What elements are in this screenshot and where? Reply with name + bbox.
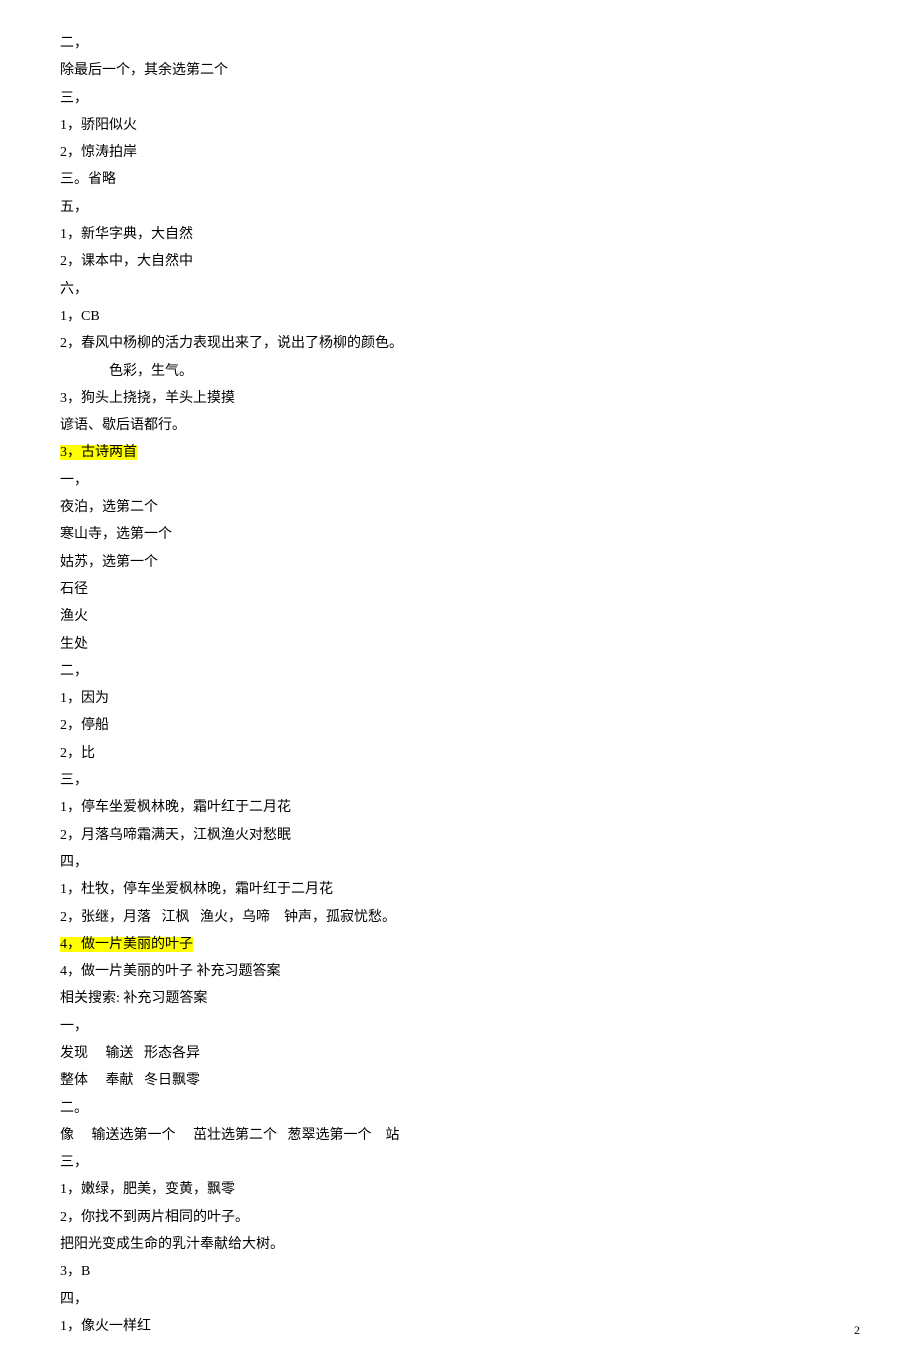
text-line: 2，月落乌啼霜满天，江枫渔火对愁眠 xyxy=(60,822,860,849)
text-line: 2，张继，月落 江枫 渔火，乌啼 钟声，孤寂忧愁。 xyxy=(60,904,860,931)
text-line: 2，比 xyxy=(60,740,860,767)
text-line: 像 输送选第一个 茁壮选第二个 葱翠选第一个 站 xyxy=(60,1122,860,1149)
text-line: 二， xyxy=(60,658,860,685)
highlighted-text: 4，做一片美丽的叶子 xyxy=(60,937,193,952)
text-line: 2，春风中杨柳的活力表现出来了，说出了杨柳的颜色。 xyxy=(60,330,860,357)
text-line: 生处 xyxy=(60,631,860,658)
text-line: 四， xyxy=(60,849,860,876)
text-line: 石径 xyxy=(60,576,860,603)
text-line: 4，做一片美丽的叶子 补充习题答案 xyxy=(60,958,860,985)
text-line: 4，做一片美丽的叶子 xyxy=(60,931,860,958)
text-line: 一， xyxy=(60,467,860,494)
text-line: 三。省略 xyxy=(60,166,860,193)
text-line: 三， xyxy=(60,767,860,794)
text-line: 2，你找不到两片相同的叶子。 xyxy=(60,1204,860,1231)
text-line: 1，新华字典，大自然 xyxy=(60,221,860,248)
text-line: 六， xyxy=(60,276,860,303)
text-line: 一， xyxy=(60,1013,860,1040)
text-line: 3，古诗两首 xyxy=(60,439,860,466)
text-line: 1，停车坐爱枫林晚，霜叶红于二月花 xyxy=(60,794,860,821)
text-line: 二。 xyxy=(60,1095,860,1122)
text-line: 二， xyxy=(60,30,860,57)
page-number: 2 xyxy=(854,1319,860,1342)
text-line: 三， xyxy=(60,1149,860,1176)
text-line: 2，惊涛拍岸 xyxy=(60,139,860,166)
text-line: 色彩，生气。 xyxy=(60,358,860,385)
text-line: 相关搜索: 补充习题答案 xyxy=(60,985,860,1012)
text-line: 整体 奉献 冬日飘零 xyxy=(60,1067,860,1094)
text-line: 3，B xyxy=(60,1258,860,1285)
text-line: 1，像火一样红 xyxy=(60,1313,860,1340)
text-line: 1，嫩绿，肥美，变黄，飘零 xyxy=(60,1176,860,1203)
text-line: 2，停船 xyxy=(60,712,860,739)
text-line: 寒山寺，选第一个 xyxy=(60,521,860,548)
text-line: 1，CB xyxy=(60,303,860,330)
text-line: 谚语、歇后语都行。 xyxy=(60,412,860,439)
text-line: 四， xyxy=(60,1286,860,1313)
text-line: 3，狗头上挠挠，羊头上摸摸 xyxy=(60,385,860,412)
text-line: 发现 输送 形态各异 xyxy=(60,1040,860,1067)
highlighted-text: 3，古诗两首 xyxy=(60,445,137,460)
text-line: 三， xyxy=(60,85,860,112)
text-line: 1，因为 xyxy=(60,685,860,712)
page-container: 二，除最后一个，其余选第二个三，1，骄阳似火2，惊涛拍岸三。省略五，1，新华字典… xyxy=(0,0,920,1360)
text-line: 除最后一个，其余选第二个 xyxy=(60,57,860,84)
document-body: 二，除最后一个，其余选第二个三，1，骄阳似火2，惊涛拍岸三。省略五，1，新华字典… xyxy=(60,30,860,1340)
text-line: 把阳光变成生命的乳汁奉献给大树。 xyxy=(60,1231,860,1258)
text-line: 2，课本中，大自然中 xyxy=(60,248,860,275)
text-line: 渔火 xyxy=(60,603,860,630)
text-line: 1，杜牧，停车坐爱枫林晚，霜叶红于二月花 xyxy=(60,876,860,903)
text-line: 夜泊，选第二个 xyxy=(60,494,860,521)
text-line: 1，骄阳似火 xyxy=(60,112,860,139)
text-line: 姑苏，选第一个 xyxy=(60,549,860,576)
text-line: 五， xyxy=(60,194,860,221)
